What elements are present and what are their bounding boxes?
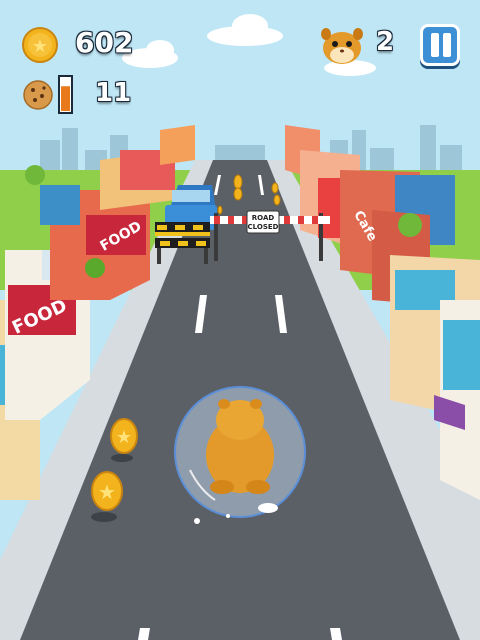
coin-count: 602 — [75, 26, 134, 59]
pause-icon-bar — [443, 33, 451, 57]
lives-count: 2 — [376, 27, 395, 57]
cookie-meter-fill — [61, 86, 70, 111]
road-closed-sign-line1: ROAD — [252, 214, 275, 222]
coin-icon: ★ — [22, 27, 58, 63]
pause-icon — [431, 33, 439, 57]
svg-text:★: ★ — [98, 480, 116, 504]
cookie-meter — [58, 75, 73, 114]
svg-text:★: ★ — [116, 427, 132, 448]
game-scene: FOOD FOOD Cafe ROAD CLOSED ★ ★ ★ — [0, 0, 480, 640]
cookie-count: 11 — [95, 78, 132, 108]
svg-text:★: ★ — [32, 36, 48, 57]
cookie-icon — [23, 80, 53, 110]
road-closed-sign-line2: CLOSED — [248, 223, 279, 231]
pause-button[interactable] — [420, 24, 460, 66]
